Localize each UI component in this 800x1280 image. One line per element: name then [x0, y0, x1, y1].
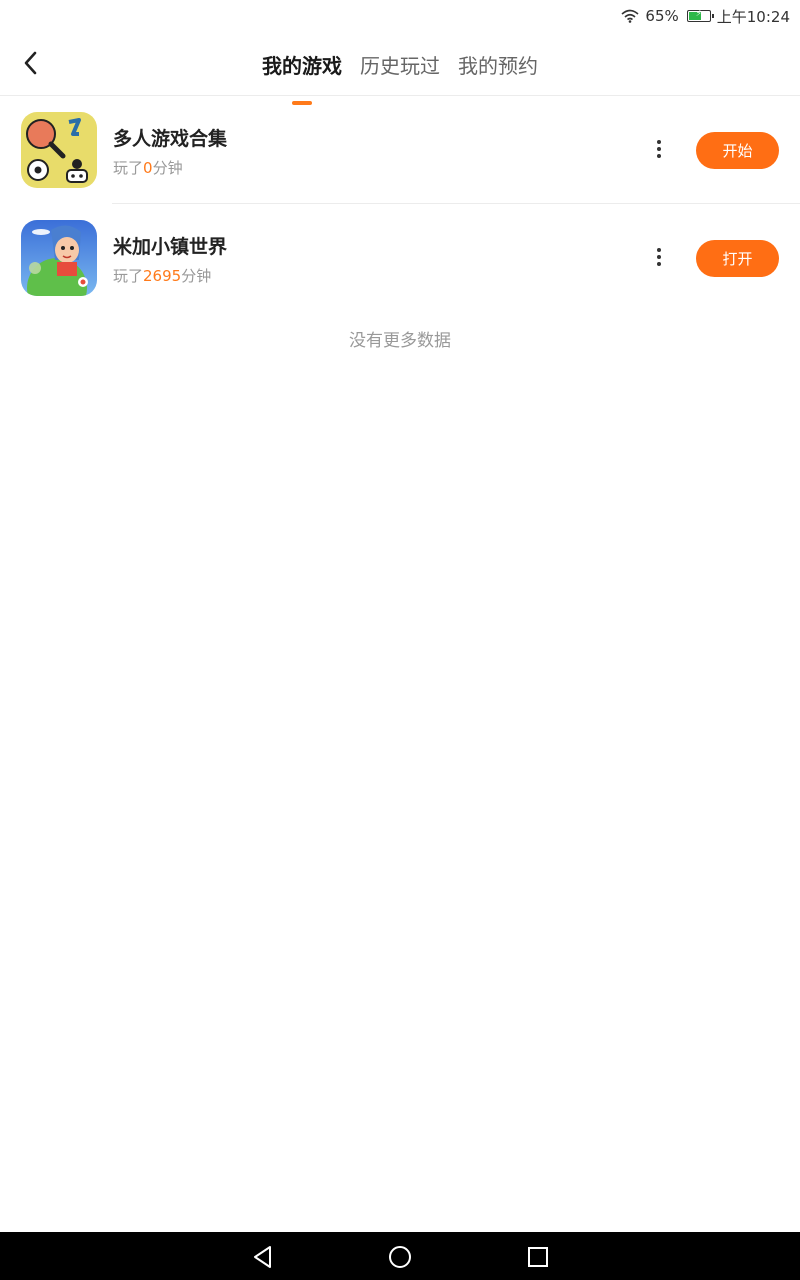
- battery-percent: 65%: [645, 7, 679, 25]
- back-triangle-icon[interactable]: [250, 1244, 276, 1270]
- multiplayer-game-icon[interactable]: [21, 112, 97, 188]
- system-nav-bar: [0, 1232, 800, 1280]
- more-options-icon[interactable]: [648, 244, 670, 270]
- status-bar: 65% ⚡ 上午10:24: [0, 0, 800, 32]
- tab-bar: 我的游戏 历史玩过 我的预约: [0, 32, 800, 105]
- game-list: 多人游戏合集 玩了0分钟 开始 米加小镇世界 玩了2695分钟 打开: [0, 96, 800, 312]
- game-title: 米加小镇世界: [113, 236, 228, 258]
- start-button[interactable]: 开始: [696, 132, 779, 169]
- play-time: 玩了0分钟: [113, 159, 183, 177]
- wifi-icon: [621, 9, 639, 23]
- open-button[interactable]: 打开: [696, 240, 779, 277]
- recents-square-icon[interactable]: [525, 1244, 551, 1270]
- top-header: 我的游戏 历史玩过 我的预约: [0, 32, 800, 105]
- play-time: 玩了2695分钟: [113, 267, 212, 285]
- more-options-icon[interactable]: [648, 136, 670, 162]
- tab-history-played[interactable]: 历史玩过: [360, 46, 440, 83]
- miga-town-icon[interactable]: [21, 220, 97, 296]
- game-row[interactable]: 米加小镇世界 玩了2695分钟 打开: [0, 204, 800, 312]
- game-row[interactable]: 多人游戏合集 玩了0分钟 开始: [0, 96, 800, 204]
- no-more-data-text: 没有更多数据: [349, 331, 451, 351]
- status-time: 上午10:24: [716, 7, 790, 26]
- game-title: 多人游戏合集: [113, 128, 228, 150]
- tab-my-reservations[interactable]: 我的预约: [458, 46, 538, 83]
- battery-icon: ⚡: [686, 9, 714, 22]
- home-circle-icon[interactable]: [387, 1244, 413, 1270]
- tab-my-games[interactable]: 我的游戏: [262, 46, 342, 105]
